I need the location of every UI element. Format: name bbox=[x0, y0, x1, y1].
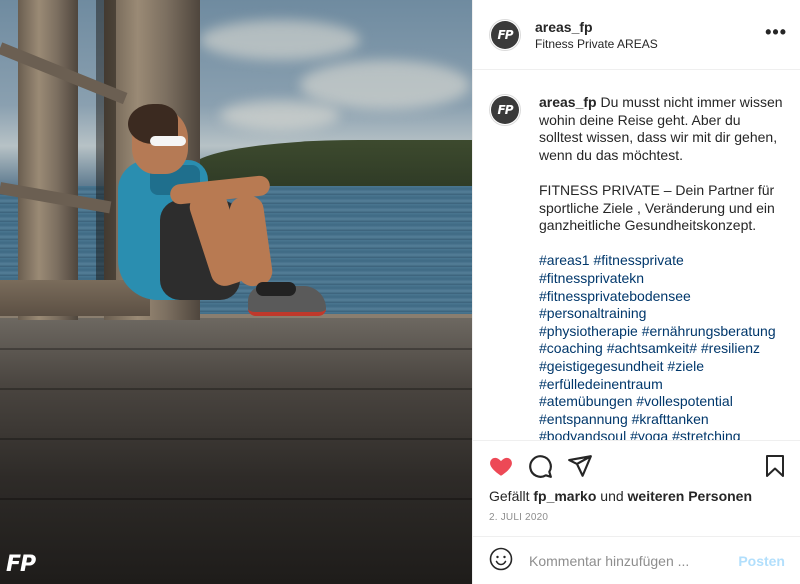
hashtag-line[interactable]: #bodyandsoul #yoga #stretching bbox=[539, 428, 785, 440]
post-side-panel: FP areas_fp Fitness Private AREAS ••• FP… bbox=[472, 0, 800, 584]
header-username[interactable]: areas_fp bbox=[535, 18, 658, 36]
caption-scroll-area[interactable]: FP areas_fp Du musst nicht immer wissen … bbox=[473, 70, 800, 440]
sunglasses bbox=[150, 136, 186, 146]
post-date[interactable]: 2. JULI 2020 bbox=[489, 512, 548, 523]
instagram-post-view: FP FP areas_fp Fitness Private AREAS •••… bbox=[0, 0, 800, 584]
wooden-post bbox=[18, 0, 78, 320]
hashtag-list: #areas1 #fitnessprivate #fitnessprivatek… bbox=[539, 252, 785, 440]
action-bar bbox=[473, 440, 800, 490]
hashtag-line[interactable]: #physiotherapie #ernährungsberatung bbox=[539, 323, 785, 341]
liked-by-others[interactable]: weiteren Personen bbox=[628, 488, 753, 504]
hashtag-line[interactable]: #entspannung #krafttanken bbox=[539, 411, 785, 429]
hashtag-line[interactable]: #personaltraining bbox=[539, 305, 785, 323]
comment-input[interactable] bbox=[529, 552, 739, 569]
caption-text: FITNESS PRIVATE – Dein Partner für sport… bbox=[539, 181, 775, 234]
avatar-logo: FP bbox=[491, 96, 519, 124]
hashtag-line[interactable]: #coaching #achtsamkeit# #resilienz bbox=[539, 340, 785, 358]
post-header: FP areas_fp Fitness Private AREAS ••• bbox=[473, 0, 800, 70]
wooden-deck bbox=[0, 318, 472, 584]
more-options-icon[interactable]: ••• bbox=[765, 22, 787, 43]
avatar[interactable]: FP bbox=[489, 18, 521, 51]
cloud bbox=[220, 100, 340, 130]
heart-icon[interactable] bbox=[487, 453, 515, 482]
liked-by-user[interactable]: fp_marko bbox=[533, 488, 596, 504]
hashtag-line[interactable]: #fitnessprivatekn bbox=[539, 270, 785, 288]
hashtag-line[interactable]: #atemübungen #vollespotential bbox=[539, 393, 785, 411]
share-icon[interactable] bbox=[567, 453, 593, 482]
hashtag-line[interactable]: #geistigegesundheit #ziele bbox=[539, 358, 785, 376]
avatar-logo: FP bbox=[491, 20, 519, 49]
comment-bar: Posten bbox=[473, 536, 800, 584]
hashtag-line[interactable]: #fitnessprivatebodensee bbox=[539, 288, 785, 306]
caption-username[interactable]: areas_fp bbox=[539, 94, 597, 110]
post-photo[interactable]: FP bbox=[0, 0, 472, 584]
watermark-logo: FP bbox=[6, 552, 36, 577]
hashtag-line[interactable]: #areas1 #fitnessprivate bbox=[539, 252, 785, 270]
likes-summary: Gefällt fp_marko und weiteren Personen bbox=[489, 488, 753, 504]
cloud bbox=[300, 60, 470, 110]
hashtag-line[interactable]: #erfülledeinentraum bbox=[539, 376, 785, 394]
emoji-icon[interactable] bbox=[489, 547, 513, 574]
post-comment-button[interactable]: Posten bbox=[738, 553, 785, 569]
bookmark-icon[interactable] bbox=[763, 453, 787, 482]
caption-avatar[interactable]: FP bbox=[489, 94, 521, 126]
header-location[interactable]: Fitness Private AREAS bbox=[535, 36, 658, 52]
caption-body: areas_fp Du musst nicht immer wissen woh… bbox=[539, 94, 785, 440]
cloud bbox=[200, 20, 360, 60]
comment-icon[interactable] bbox=[527, 453, 553, 482]
